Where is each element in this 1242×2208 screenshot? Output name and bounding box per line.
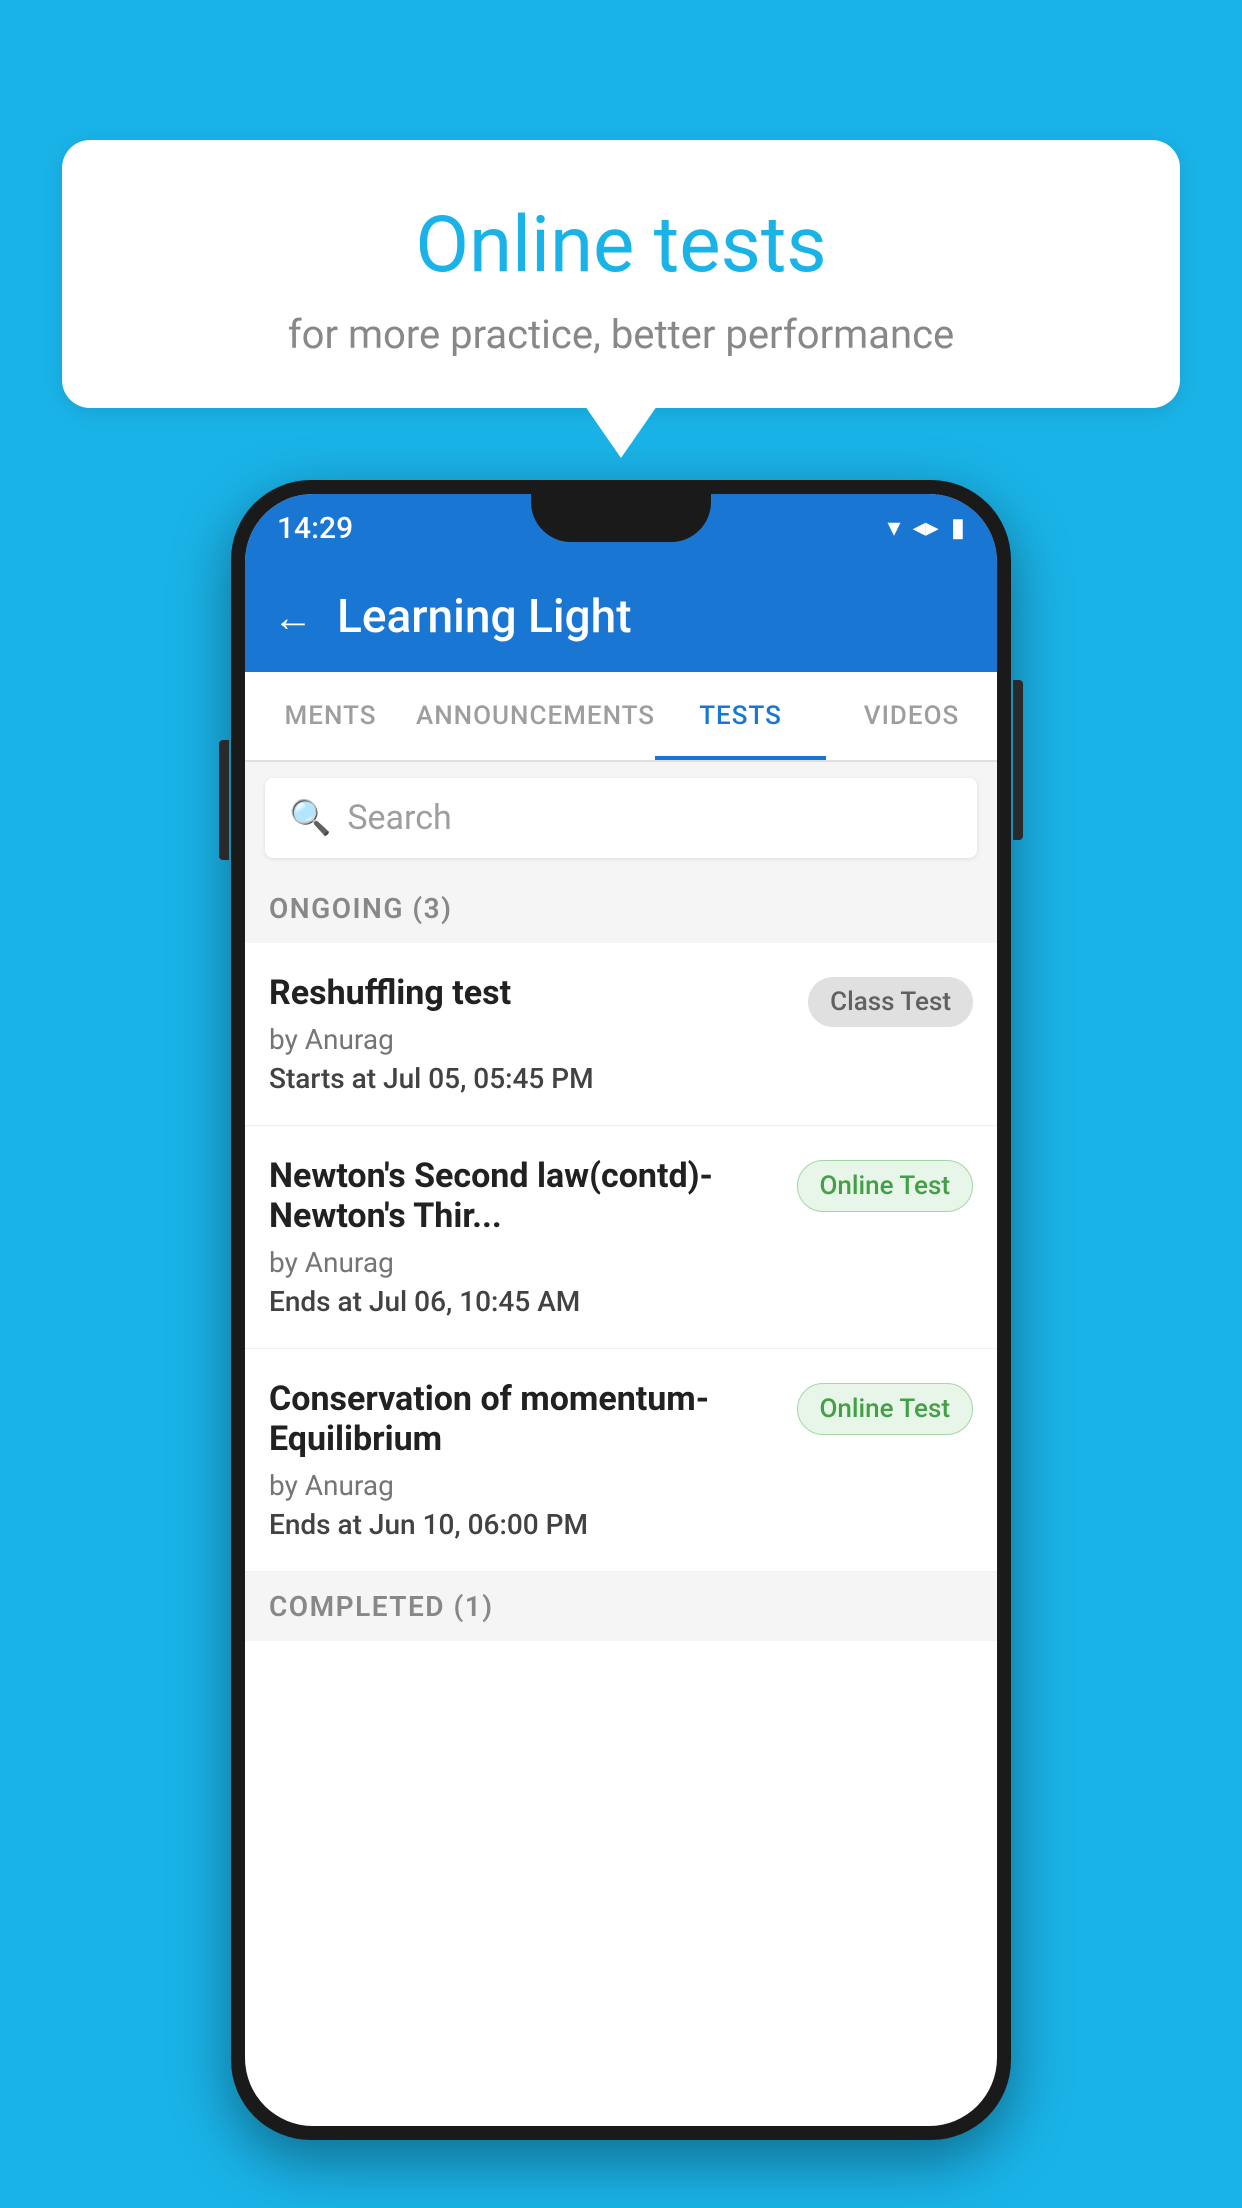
phone-container: 14:29 ▾ ◂▸ ▮ ← Learning Light MENTS <box>231 480 1011 2140</box>
phone-screen: 14:29 ▾ ◂▸ ▮ ← Learning Light MENTS <box>245 494 997 2126</box>
signal-icon: ◂▸ <box>913 513 939 543</box>
back-button[interactable]: ← <box>273 594 313 641</box>
tab-tests[interactable]: TESTS <box>655 672 826 760</box>
ongoing-section-header: ONGOING (3) <box>245 874 997 943</box>
test-info-2: Newton's Second law(contd)-Newton's Thir… <box>269 1156 797 1318</box>
test-time-3: Ends at Jun 10, 06:00 PM <box>269 1508 781 1541</box>
notch <box>531 494 711 542</box>
tab-bar: MENTS ANNOUNCEMENTS TESTS VIDEOS <box>245 672 997 762</box>
app-title: Learning Light <box>337 590 632 644</box>
speech-bubble: Online tests for more practice, better p… <box>62 140 1180 408</box>
search-icon: 🔍 <box>289 798 331 838</box>
test-list: Reshuffling test by Anurag Starts at Jul… <box>245 943 997 1572</box>
search-placeholder: Search <box>347 798 451 838</box>
test-badge-3: Online Test <box>797 1383 974 1435</box>
app-bar: ← Learning Light <box>245 562 997 672</box>
search-bar[interactable]: 🔍 Search <box>265 778 977 858</box>
speech-bubble-container: Online tests for more practice, better p… <box>62 140 1180 408</box>
status-bar: 14:29 ▾ ◂▸ ▮ <box>245 494 997 562</box>
test-badge-2: Online Test <box>797 1160 974 1212</box>
test-name-3: Conservation of momentum-Equilibrium <box>269 1379 781 1459</box>
test-time-2: Ends at Jul 06, 10:45 AM <box>269 1285 781 1318</box>
test-item-3[interactable]: Conservation of momentum-Equilibrium by … <box>245 1349 997 1572</box>
test-badge-1: Class Test <box>808 977 973 1027</box>
bubble-title: Online tests <box>112 200 1130 291</box>
bubble-subtitle: for more practice, better performance <box>112 311 1130 358</box>
test-name-1: Reshuffling test <box>269 973 792 1013</box>
completed-section-header: COMPLETED (1) <box>245 1572 997 1641</box>
test-info-3: Conservation of momentum-Equilibrium by … <box>269 1379 797 1541</box>
test-item-1[interactable]: Reshuffling test by Anurag Starts at Jul… <box>245 943 997 1126</box>
tab-ments[interactable]: MENTS <box>245 672 416 760</box>
status-time: 14:29 <box>277 511 353 546</box>
phone-frame: 14:29 ▾ ◂▸ ▮ ← Learning Light MENTS <box>231 480 1011 2140</box>
test-info-1: Reshuffling test by Anurag Starts at Jul… <box>269 973 808 1095</box>
test-time-1: Starts at Jul 05, 05:45 PM <box>269 1062 792 1095</box>
search-container: 🔍 Search <box>245 762 997 874</box>
test-item-2[interactable]: Newton's Second law(contd)-Newton's Thir… <box>245 1126 997 1349</box>
tab-announcements[interactable]: ANNOUNCEMENTS <box>416 672 655 760</box>
test-author-2: by Anurag <box>269 1246 781 1279</box>
battery-icon: ▮ <box>951 513 965 543</box>
test-author-3: by Anurag <box>269 1469 781 1502</box>
tab-videos[interactable]: VIDEOS <box>826 672 997 760</box>
test-author-1: by Anurag <box>269 1023 792 1056</box>
wifi-icon: ▾ <box>888 513 901 543</box>
status-icons: ▾ ◂▸ ▮ <box>888 513 965 543</box>
test-name-2: Newton's Second law(contd)-Newton's Thir… <box>269 1156 781 1236</box>
